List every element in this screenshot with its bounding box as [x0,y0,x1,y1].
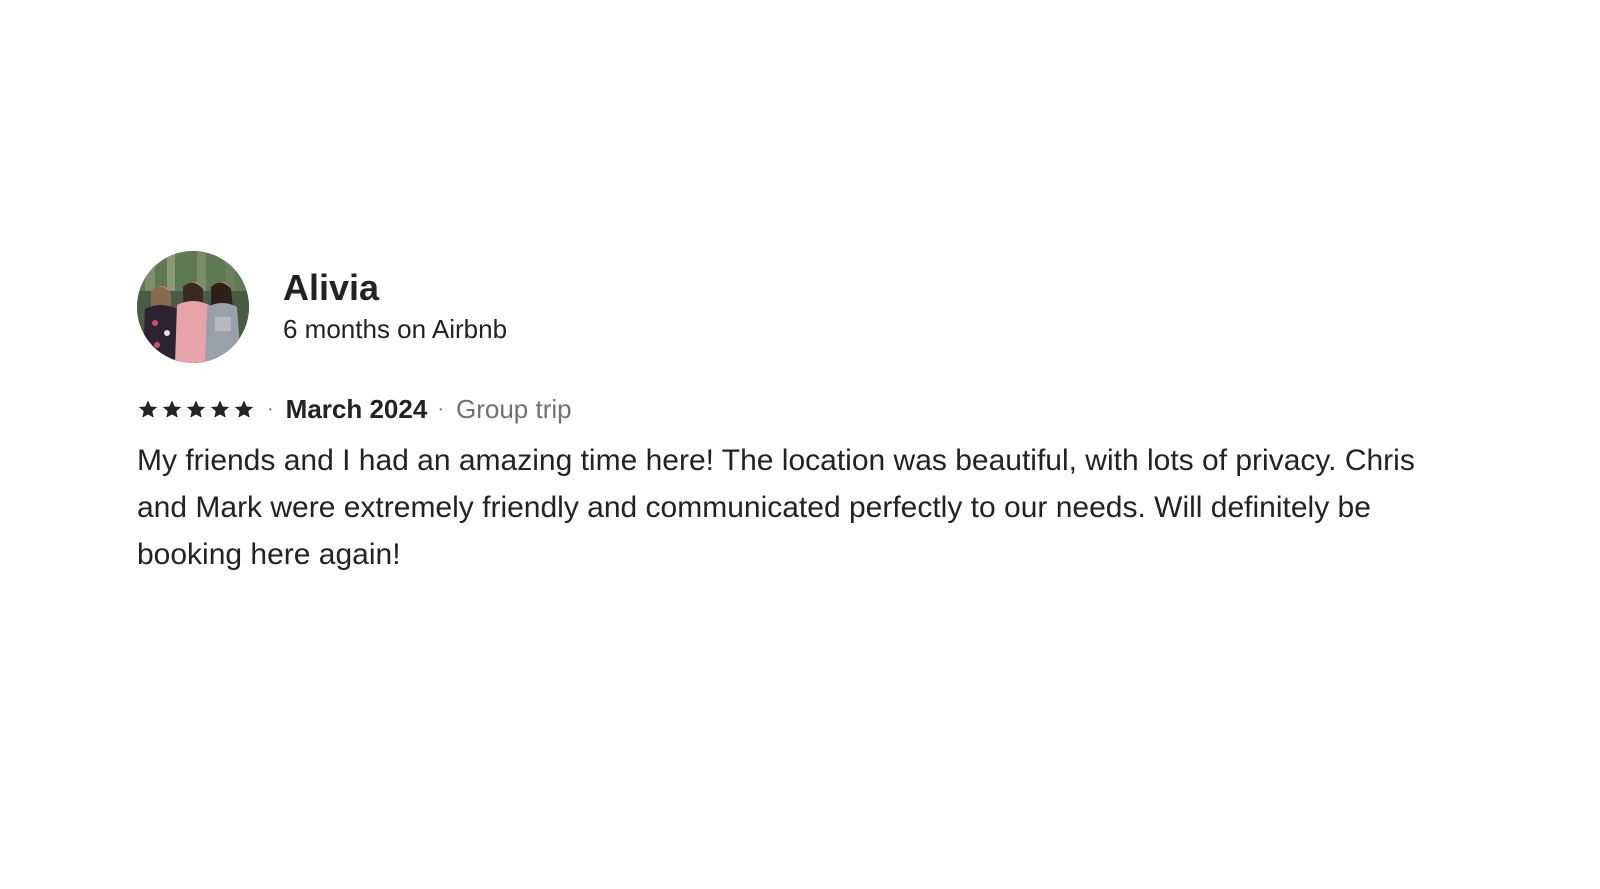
review-text: My friends and I had an amazing time her… [137,444,1415,571]
meta-separator: · [437,397,444,420]
star-icon [138,399,158,418]
star-icon [162,399,182,418]
reviewer-info: Alivia 6 months on Airbnb [283,266,507,346]
reviewer-name[interactable]: Alivia [283,266,507,310]
star-rating [137,399,257,420]
trip-type: Group trip [456,393,572,424]
reviewer-header: Alivia 6 months on Airbnb [137,251,1467,363]
reviewer-tenure: 6 months on Airbnb [283,314,508,344]
star-icon [210,399,230,418]
star-icon [186,399,206,418]
star-icon [234,399,254,418]
avatar-photo [137,251,249,363]
review-meta: · March 2024 · Group trip [137,392,1467,426]
avatar[interactable] [137,251,249,363]
meta-separator: · [267,397,274,420]
review-card: Alivia 6 months on Airbnb · March 2024 ·… [137,251,1467,578]
review-date: March 2024 [285,393,428,424]
